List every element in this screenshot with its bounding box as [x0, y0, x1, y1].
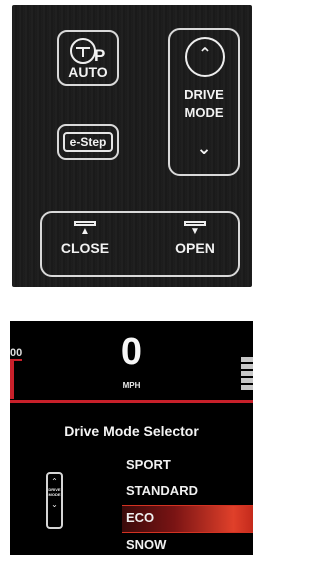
- mini-drive-mode-label: DRIVE MODE: [48, 487, 61, 497]
- mode-item-sport[interactable]: SPORT: [126, 453, 253, 479]
- e-step-button[interactable]: e-Step: [57, 124, 119, 160]
- vehicle-button-panel: P AUTO e-Step ⌃ DRIVE MODE ⌄ ▲ CLOSE ▼ O…: [12, 5, 252, 287]
- mode-item-eco[interactable]: ECO: [122, 505, 253, 533]
- chevron-up-icon: ⌃: [51, 477, 58, 486]
- mode-item-snow[interactable]: SNOW: [126, 533, 253, 555]
- close-tray-icon: ▲: [74, 221, 96, 237]
- auto-park-button[interactable]: P AUTO: [57, 30, 119, 86]
- mode-item-standard[interactable]: STANDARD: [126, 479, 253, 505]
- drive-mode-selector-title: Drive Mode Selector: [64, 423, 199, 439]
- chevron-down-icon[interactable]: ⌄: [170, 138, 238, 159]
- drive-mode-list: SPORT STANDARD ECO SNOW: [122, 453, 253, 555]
- close-control[interactable]: ▲ CLOSE: [50, 221, 120, 256]
- steering-wheel-icon: [70, 38, 96, 64]
- liftgate-button[interactable]: ▲ CLOSE ▼ OPEN: [40, 211, 240, 277]
- drive-mode-button[interactable]: ⌃ DRIVE MODE ⌄: [168, 28, 240, 176]
- speed-unit: MPH: [122, 381, 141, 390]
- open-label: OPEN: [175, 240, 215, 256]
- open-tray-icon: ▼: [184, 221, 206, 237]
- auto-label: AUTO: [68, 64, 108, 80]
- e-step-label: e-Step: [63, 132, 113, 152]
- divider-line: [10, 400, 253, 403]
- close-label: CLOSE: [60, 240, 110, 256]
- open-control[interactable]: ▼ OPEN: [160, 221, 230, 256]
- drive-mode-button-illustration: ⌃ DRIVE MODE ⌄: [46, 472, 63, 529]
- chevron-down-icon: ⌄: [51, 500, 58, 509]
- park-letter: P: [94, 46, 106, 65]
- instrument-display: 00 0 MPH Drive Mode Selector ⌃ DRIVE MOD…: [10, 321, 253, 555]
- speed-value: 0: [120, 331, 143, 373]
- drive-mode-label: DRIVE MODE: [184, 87, 224, 120]
- chevron-up-icon[interactable]: ⌃: [185, 37, 225, 77]
